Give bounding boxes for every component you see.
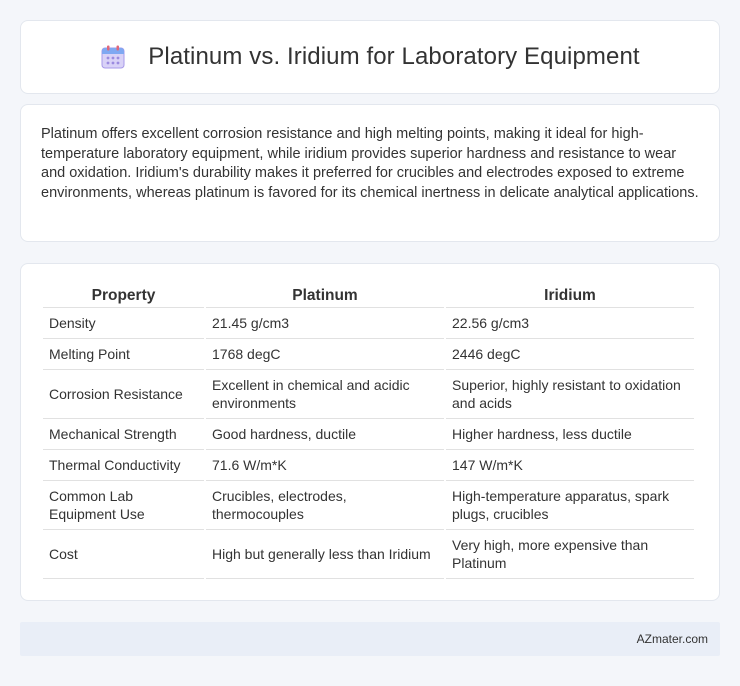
page-title: Platinum vs. Iridium for Laboratory Equi… <box>148 43 640 70</box>
row-property: Corrosion Resistance <box>43 370 204 419</box>
comparison-card: Property Platinum Iridium Density 21.45 … <box>20 263 720 601</box>
row-platinum: 21.45 g/cm3 <box>206 308 444 339</box>
row-iridium: 2446 degC <box>446 339 694 370</box>
row-platinum: Good hardness, ductile <box>206 419 444 450</box>
row-property: Mechanical Strength <box>43 419 204 450</box>
row-platinum: 71.6 W/m*K <box>206 450 444 481</box>
row-iridium: Very high, more expensive than Platinum <box>446 530 694 579</box>
row-platinum: High but generally less than Iridium <box>206 530 444 579</box>
row-platinum: 1768 degC <box>206 339 444 370</box>
row-property: Density <box>43 308 204 339</box>
header-property: Property <box>43 286 204 308</box>
row-platinum: Excellent in chemical and acidic environ… <box>206 370 444 419</box>
row-property: Thermal Conductivity <box>43 450 204 481</box>
footer: AZmater.com <box>20 622 720 656</box>
table-row: Thermal Conductivity 71.6 W/m*K 147 W/m*… <box>43 450 694 481</box>
table-row: Corrosion Resistance Excellent in chemic… <box>43 370 694 419</box>
row-property: Melting Point <box>43 339 204 370</box>
header-platinum: Platinum <box>206 286 444 308</box>
footer-brand: AZmater.com <box>636 632 708 646</box>
header-iridium: Iridium <box>446 286 694 308</box>
table-row: Melting Point 1768 degC 2446 degC <box>43 339 694 370</box>
table-header-row: Property Platinum Iridium <box>43 286 694 308</box>
table-row: Density 21.45 g/cm3 22.56 g/cm3 <box>43 308 694 339</box>
calendar-icon <box>101 45 125 69</box>
description-card: Platinum offers excellent corrosion resi… <box>20 104 720 242</box>
row-iridium: Superior, highly resistant to oxidation … <box>446 370 694 419</box>
row-iridium: 147 W/m*K <box>446 450 694 481</box>
row-iridium: Higher hardness, less ductile <box>446 419 694 450</box>
title-card: Platinum vs. Iridium for Laboratory Equi… <box>20 20 720 94</box>
comparison-table: Property Platinum Iridium Density 21.45 … <box>41 286 696 579</box>
table-row: Mechanical Strength Good hardness, ducti… <box>43 419 694 450</box>
table-row: Common Lab Equipment Use Crucibles, elec… <box>43 481 694 530</box>
description-text: Platinum offers excellent corrosion resi… <box>41 126 699 201</box>
row-iridium: High-temperature apparatus, spark plugs,… <box>446 481 694 530</box>
row-platinum: Crucibles, electrodes, thermocouples <box>206 481 444 530</box>
row-property: Common Lab Equipment Use <box>43 481 204 530</box>
row-iridium: 22.56 g/cm3 <box>446 308 694 339</box>
row-property: Cost <box>43 530 204 579</box>
table-row: Cost High but generally less than Iridiu… <box>43 530 694 579</box>
